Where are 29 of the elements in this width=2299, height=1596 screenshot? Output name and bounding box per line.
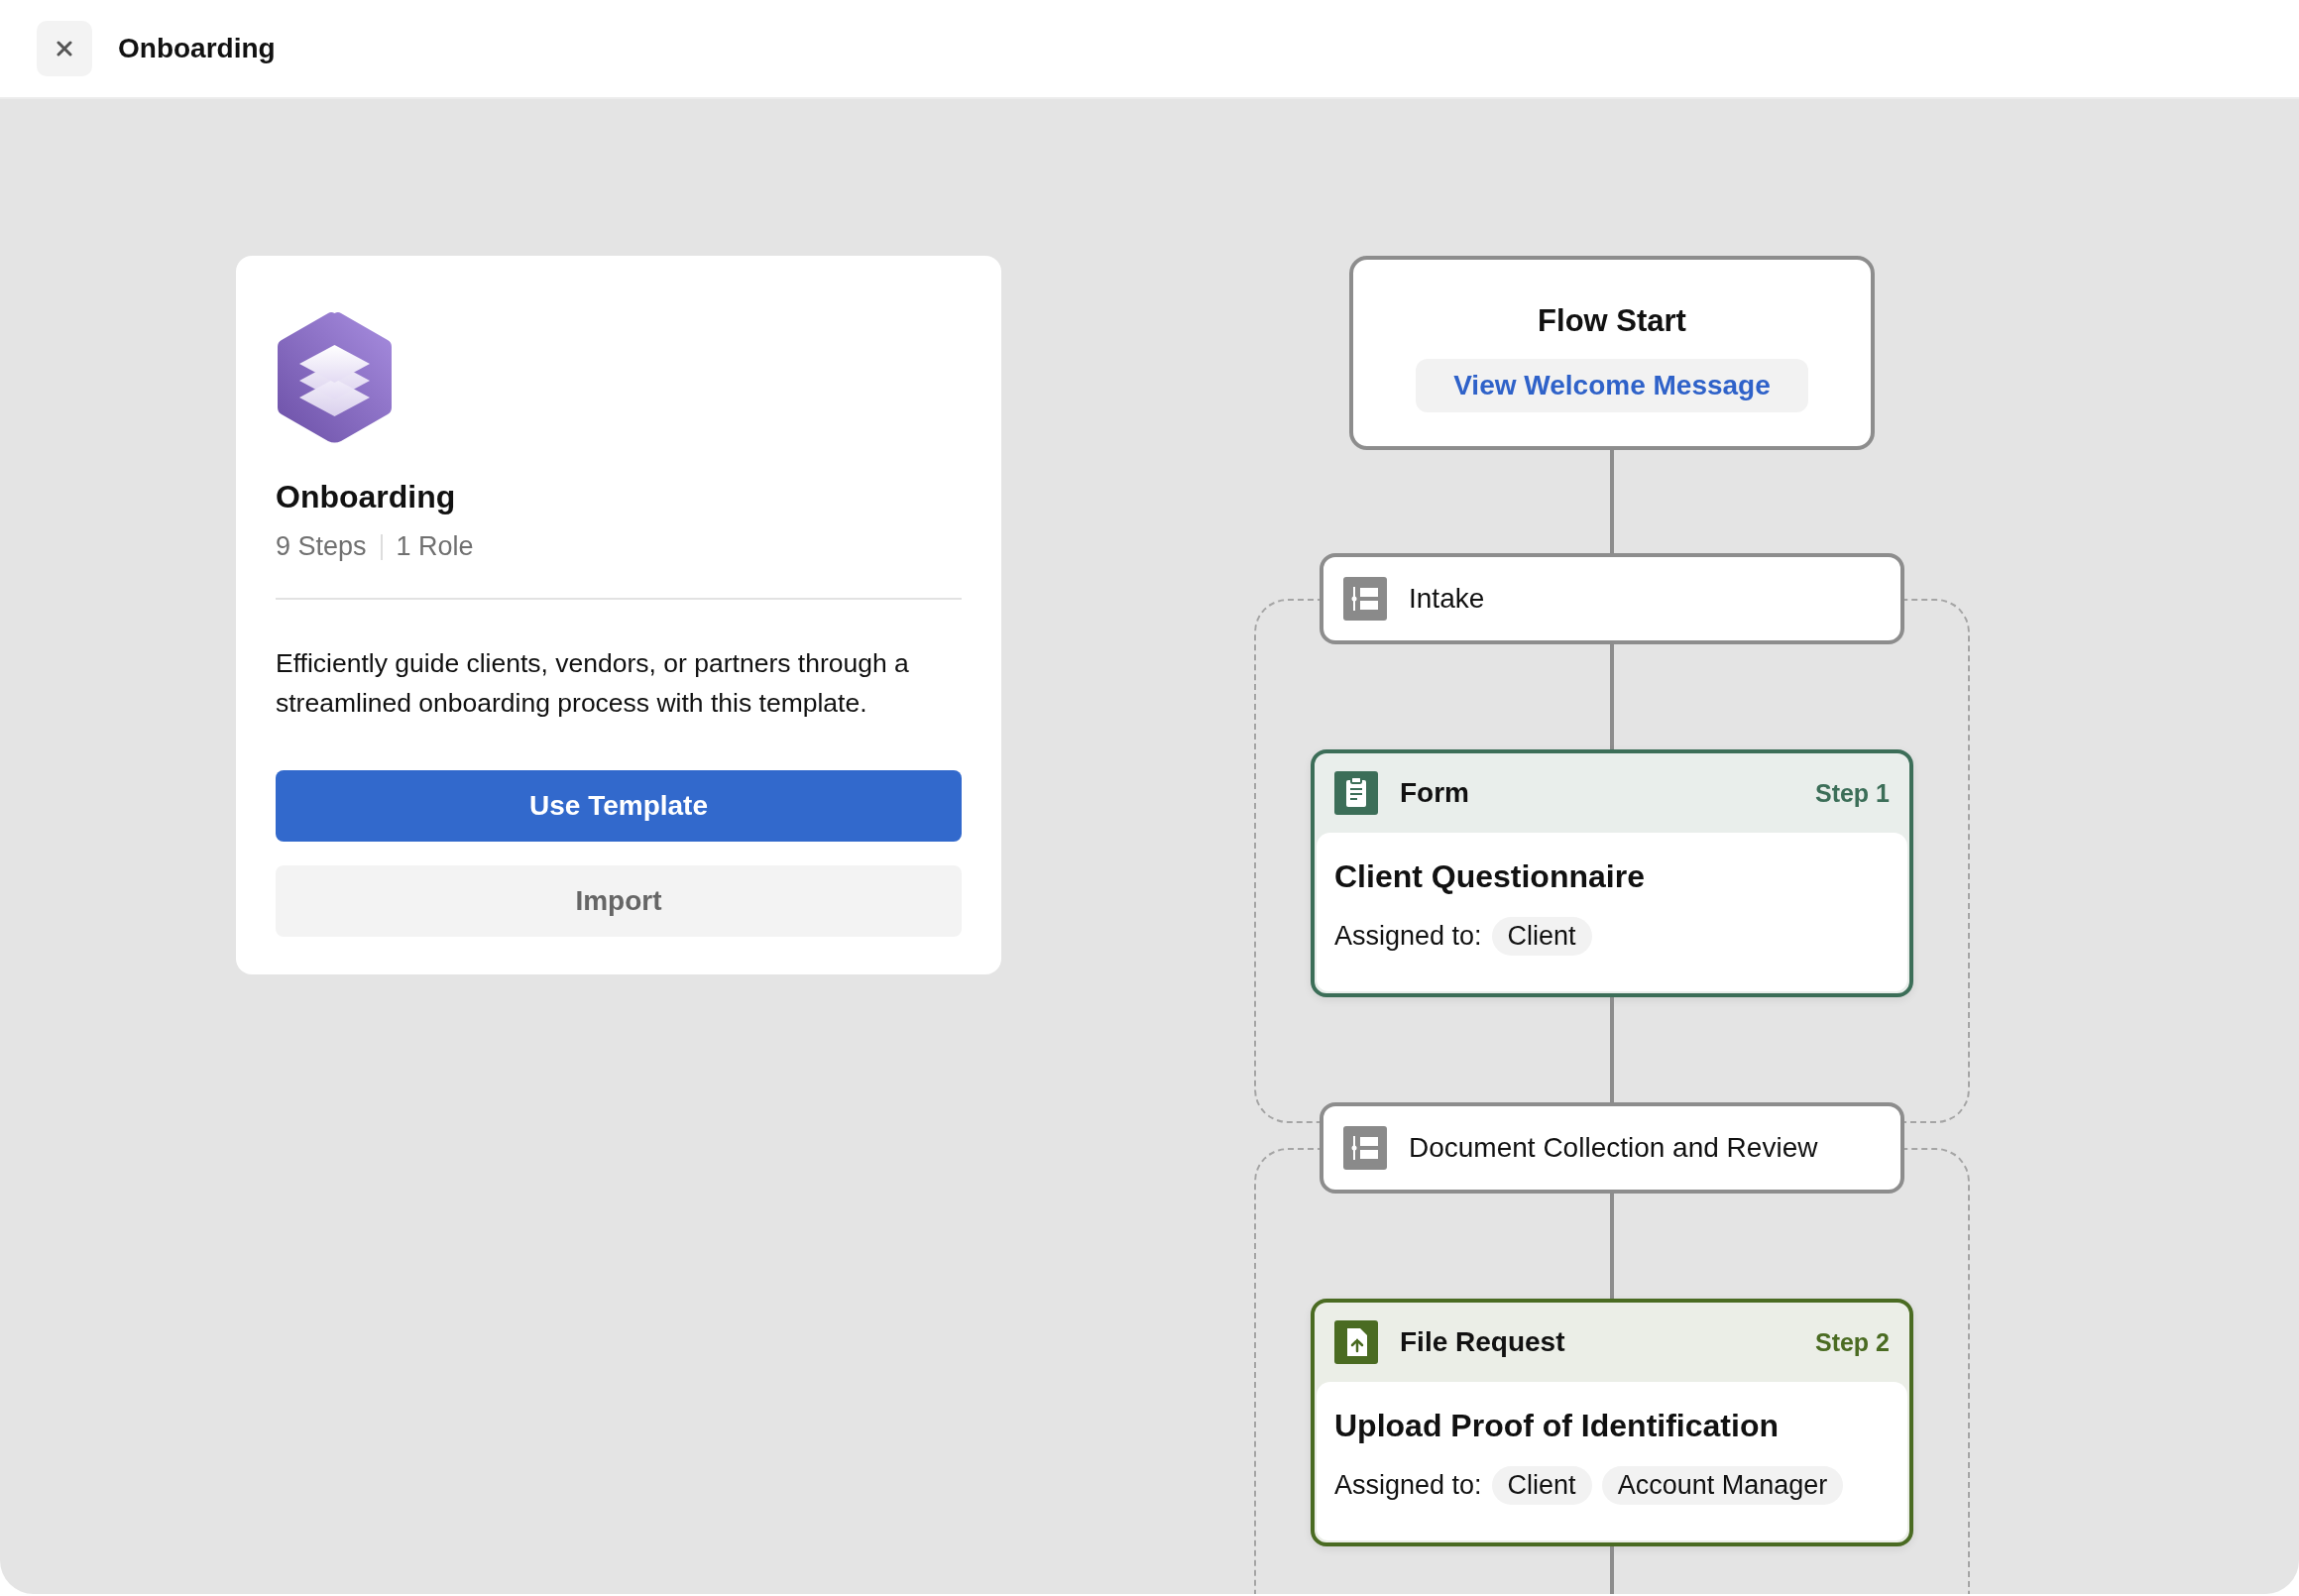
flow-start-title: Flow Start (1538, 303, 1686, 339)
section-title: Intake (1409, 583, 1485, 615)
template-meta: 9 Steps (276, 531, 367, 562)
stacked-layers-logo-icon (276, 311, 394, 443)
template-title: Onboarding (276, 479, 457, 515)
step-number: Step 2 (1814, 1327, 1890, 1357)
assignee-chip: Client (1491, 917, 1592, 956)
page-title: Onboarding (118, 33, 276, 64)
list-icon (1343, 1126, 1387, 1170)
assignee-chip: Account Manager (1601, 1466, 1844, 1505)
assigned-label: Assigned to: (1334, 1470, 1482, 1501)
step-title: Upload Proof of Identification (1334, 1408, 1780, 1444)
assigned-label: Assigned to: (1334, 921, 1482, 952)
close-icon (57, 41, 72, 57)
step-type-label: File Request (1400, 1326, 1566, 1358)
view-welcome-message-button[interactable]: View Welcome Message (1416, 359, 1808, 412)
assignee-chip: Client (1491, 1466, 1592, 1505)
close-button[interactable] (37, 21, 92, 76)
use-template-button[interactable]: Use Template (276, 770, 962, 842)
step-number: Step 1 (1814, 778, 1890, 808)
file-upload-icon (1334, 1320, 1378, 1364)
template-description: Efficiently guide clients, vendors, or partners through a streamlined onboarding process with this template. (276, 647, 910, 720)
clipboard-icon (1334, 771, 1378, 815)
import-button[interactable]: Import (276, 865, 962, 937)
list-icon (1343, 577, 1387, 621)
step-title: Client Questionnaire (1334, 858, 1646, 895)
template-meta: 1 Role (396, 531, 474, 562)
section-title: Document Collection and Review (1409, 1132, 1818, 1164)
step-type-label: Form (1400, 777, 1470, 809)
